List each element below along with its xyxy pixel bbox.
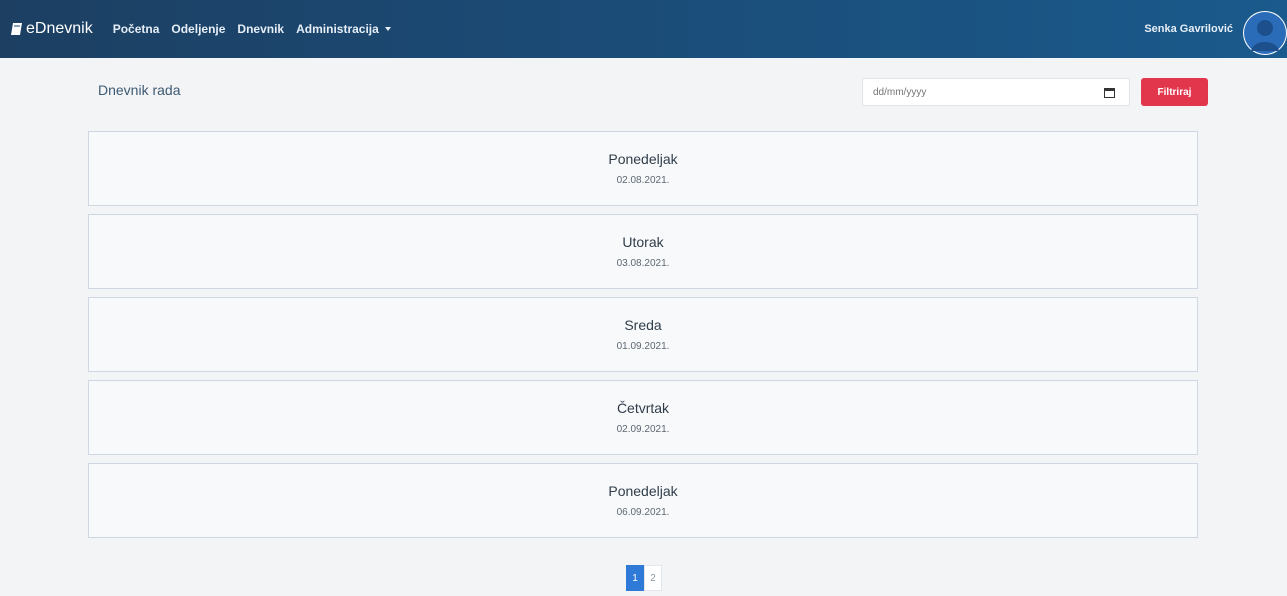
- date-filter-field[interactable]: [862, 78, 1130, 106]
- day-list: Ponedeljak 02.08.2021. Utorak 03.08.2021…: [88, 131, 1198, 546]
- date-filter-input[interactable]: [873, 86, 1093, 98]
- day-card[interactable]: Ponedeljak 06.09.2021.: [88, 463, 1198, 538]
- day-name: Ponedeljak: [608, 151, 678, 167]
- user-name[interactable]: Senka Gavrilović: [1144, 0, 1233, 58]
- nav-dropdown-administracija[interactable]: Administracija: [296, 22, 391, 36]
- nav-link-odeljenje[interactable]: Odeljenje: [171, 22, 225, 36]
- day-name: Ponedeljak: [608, 483, 678, 499]
- day-date: 03.08.2021.: [616, 258, 670, 269]
- day-card[interactable]: Utorak 03.08.2021.: [88, 214, 1198, 289]
- day-card[interactable]: Ponedeljak 02.08.2021.: [88, 131, 1198, 206]
- nav-link-pocetna[interactable]: Početna: [113, 22, 160, 36]
- calendar-icon[interactable]: [1104, 87, 1115, 98]
- page-title: Dnevnik rada: [98, 82, 181, 98]
- avatar-graphic: [1244, 12, 1286, 54]
- day-card[interactable]: Četvrtak 02.09.2021.: [88, 380, 1198, 455]
- day-name: Četvrtak: [616, 400, 670, 416]
- nav-link-dnevnik[interactable]: Dnevnik: [237, 22, 284, 36]
- day-date: 01.09.2021.: [616, 341, 670, 352]
- page-button-1[interactable]: 1: [626, 565, 644, 591]
- page-button-2[interactable]: 2: [644, 565, 662, 591]
- day-name: Sreda: [624, 317, 662, 333]
- day-date: 02.08.2021.: [616, 175, 670, 186]
- day-date: 06.09.2021.: [616, 507, 670, 518]
- brand-logo[interactable]: eDnevnik: [10, 20, 93, 38]
- nav-dropdown-label: Administracija: [296, 22, 379, 36]
- day-date: 02.09.2021.: [616, 424, 670, 435]
- filter-button[interactable]: Filtriraj: [1141, 78, 1208, 106]
- day-name: Utorak: [622, 234, 664, 250]
- user-avatar-icon[interactable]: [1243, 11, 1287, 55]
- pagination: 1 2: [626, 565, 662, 591]
- brand-name: eDnevnik: [26, 20, 93, 37]
- book-icon: [11, 23, 22, 35]
- top-navbar: eDnevnik Početna Odeljenje Dnevnik Admin…: [0, 0, 1287, 58]
- day-card[interactable]: Sreda 01.09.2021.: [88, 297, 1198, 372]
- chevron-down-icon: [384, 27, 391, 31]
